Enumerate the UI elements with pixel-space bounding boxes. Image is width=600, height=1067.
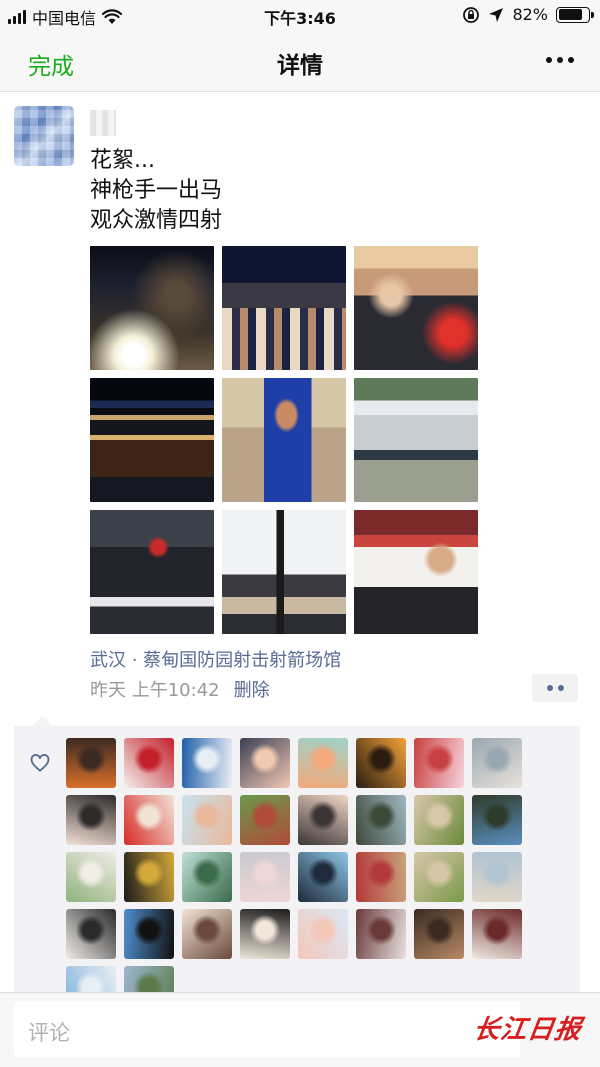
liker-avatar[interactable] [356, 738, 406, 788]
liker-avatar[interactable] [66, 795, 116, 845]
more-options-button[interactable] [546, 57, 574, 63]
liker-avatar[interactable] [414, 795, 464, 845]
orientation-lock-icon [463, 6, 480, 23]
location-link[interactable]: 武汉 · 蔡甸国防园射击射箭场馆 [90, 646, 341, 672]
post-line: 花絮... [90, 148, 155, 173]
heart-icon [30, 754, 50, 772]
liker-avatar[interactable] [356, 852, 406, 902]
dots-icon [546, 685, 553, 691]
post-photo[interactable] [354, 510, 478, 634]
liker-avatar[interactable] [124, 852, 174, 902]
watermark-text: 长江日报 [471, 1015, 584, 1045]
liker-avatar[interactable] [414, 909, 464, 959]
liker-avatar[interactable] [298, 795, 348, 845]
liker-avatar[interactable] [298, 738, 348, 788]
liker-avatar[interactable] [66, 738, 116, 788]
post-line: 神枪手一出马 [90, 178, 223, 203]
liker-avatar[interactable] [182, 738, 232, 788]
nav-bar: 完成 详情 [0, 30, 600, 92]
liker-avatar[interactable] [472, 852, 522, 902]
post-photo[interactable] [90, 378, 214, 502]
liker-avatar[interactable] [182, 909, 232, 959]
status-bar: 中国电信 下午3:46 82% [0, 0, 600, 30]
battery-fill [558, 9, 583, 20]
liker-avatar[interactable] [240, 852, 290, 902]
post-photo[interactable] [222, 510, 346, 634]
liker-avatar[interactable] [124, 909, 174, 959]
delete-link[interactable]: 删除 [234, 676, 270, 702]
likes-avatar-grid [66, 738, 522, 1016]
liker-avatar[interactable] [414, 852, 464, 902]
liker-avatar[interactable] [124, 795, 174, 845]
post-meta: 昨天 上午10:42 删除 [90, 676, 270, 702]
liker-avatar[interactable] [414, 738, 464, 788]
battery-icon [556, 6, 594, 23]
likes-panel [14, 716, 580, 1016]
author-avatar[interactable] [14, 106, 74, 166]
liker-avatar[interactable] [66, 909, 116, 959]
post-time: 昨天 上午10:42 [90, 680, 220, 701]
post-line: 观众激情四射 [90, 208, 223, 233]
page-title: 详情 [277, 53, 323, 79]
liker-avatar[interactable] [240, 795, 290, 845]
liker-avatar[interactable] [472, 795, 522, 845]
post-photo[interactable] [90, 510, 214, 634]
liker-avatar[interactable] [66, 852, 116, 902]
author-name-blurred[interactable] [90, 110, 116, 136]
liker-avatar[interactable] [182, 852, 232, 902]
post-photo[interactable] [222, 378, 346, 502]
liker-avatar[interactable] [472, 738, 522, 788]
liker-avatar[interactable] [298, 852, 348, 902]
liker-avatar[interactable] [356, 909, 406, 959]
comment-bar: 评论 长江日报 [0, 992, 600, 1067]
post-photo[interactable] [354, 378, 478, 502]
liker-avatar[interactable] [298, 909, 348, 959]
liker-avatar[interactable] [472, 909, 522, 959]
photo-grid [90, 246, 480, 634]
like-comment-button[interactable] [532, 674, 578, 702]
post-text: 花絮... 神枪手一出马 观众激情四射 [90, 146, 222, 236]
liker-avatar[interactable] [182, 795, 232, 845]
comment-input[interactable]: 评论 [14, 1001, 520, 1057]
liker-avatar[interactable] [240, 909, 290, 959]
post-photo[interactable] [354, 246, 478, 370]
more-dots-icon [546, 57, 552, 63]
comment-placeholder: 评论 [28, 1021, 70, 1045]
post-photo[interactable] [90, 246, 214, 370]
liker-avatar[interactable] [356, 795, 406, 845]
liker-avatar[interactable] [240, 738, 290, 788]
battery-percent: 82% [512, 5, 548, 24]
watermark-logo: 长江日报 [471, 1009, 584, 1046]
status-right: 82% [462, 5, 594, 24]
location-arrow-icon [489, 7, 504, 22]
liker-avatar[interactable] [124, 738, 174, 788]
post-photo[interactable] [222, 246, 346, 370]
